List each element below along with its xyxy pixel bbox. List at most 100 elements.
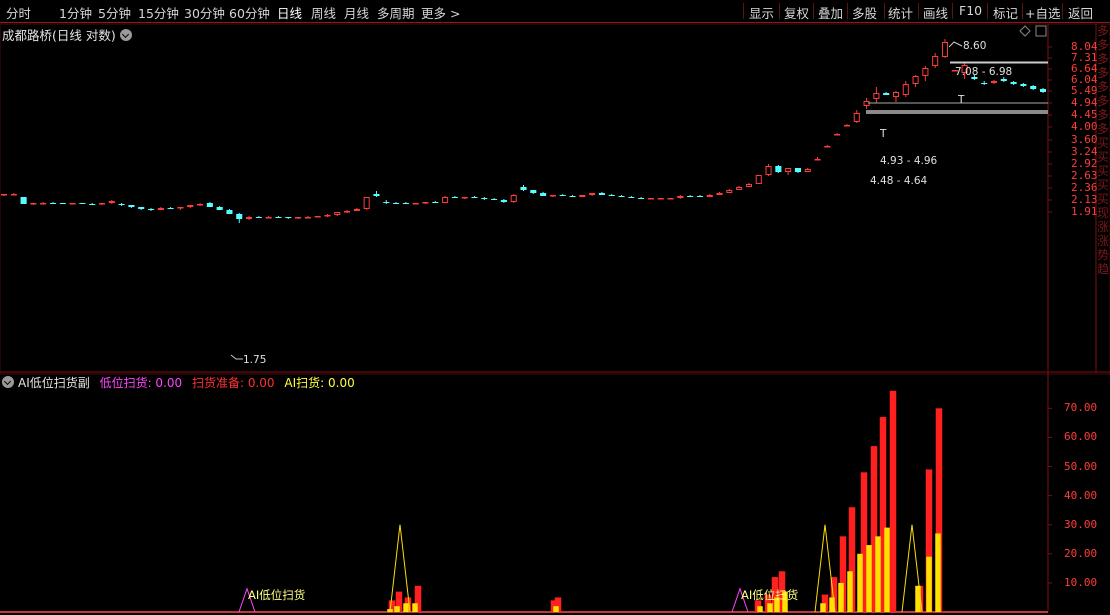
candle [990, 80, 998, 84]
candle-body [461, 197, 468, 199]
candle-body [579, 195, 586, 197]
candle [147, 208, 155, 211]
candle [775, 165, 782, 173]
high-arrow [948, 41, 963, 48]
candle-body [716, 193, 723, 195]
candle-body [432, 202, 439, 203]
candle-body [167, 208, 174, 209]
candle-body [794, 168, 801, 172]
candle-body [89, 204, 96, 205]
candle-body [765, 166, 772, 175]
candle-body [0, 194, 8, 196]
indicator-tick-label: 60.00 [1064, 430, 1098, 444]
candle-body [618, 196, 625, 197]
candle-body [334, 212, 341, 215]
candle-body [902, 84, 909, 95]
candle [246, 216, 253, 220]
candle-body [569, 196, 576, 197]
indicator-bars [238, 390, 943, 613]
chart-canvas[interactable] [0, 0, 1110, 615]
candle-body [608, 195, 615, 196]
candle [824, 145, 831, 148]
candle [216, 206, 223, 210]
candle-body [481, 198, 488, 199]
candle [40, 202, 47, 205]
candle [442, 196, 449, 203]
candle [324, 214, 331, 217]
candle [471, 196, 478, 198]
candle-body [246, 217, 253, 219]
signal-mark: T [958, 94, 965, 106]
ai-bar [875, 536, 881, 612]
candle [167, 207, 174, 209]
candle [128, 205, 135, 208]
candle-body [647, 198, 654, 200]
low-price-label: 1.75 [243, 354, 267, 366]
ai-bar [926, 556, 932, 612]
maximize-icon[interactable] [1035, 25, 1047, 37]
candle-body [118, 204, 125, 205]
candle [20, 197, 27, 204]
candle-body [226, 210, 233, 214]
candle [118, 203, 125, 206]
low-arrow [230, 354, 243, 360]
candle [89, 203, 96, 205]
candle-body [69, 203, 76, 205]
ai-bar [412, 603, 418, 612]
candle [981, 81, 988, 85]
candle [902, 81, 909, 97]
candle [814, 157, 821, 161]
candle [677, 195, 684, 199]
chevron-down-icon[interactable] [2, 376, 14, 388]
candle-body [755, 175, 762, 184]
candle-body [138, 207, 145, 209]
signal-mark: T [880, 128, 887, 140]
candle [755, 175, 762, 184]
candle [794, 168, 801, 173]
indicator-tick-label: 50.00 [1064, 459, 1098, 473]
prep-bar [889, 390, 897, 612]
diamond-icon[interactable] [1019, 25, 1031, 37]
zone-label-lower: 4.48 - 4.64 [870, 175, 928, 187]
candle-body [530, 190, 537, 193]
candle-body [912, 76, 919, 84]
price-tick-label: 1.91 [1071, 205, 1098, 218]
candle-body [814, 159, 821, 161]
candle-body [491, 199, 498, 200]
candle-body [108, 201, 115, 203]
indicator-name: AI低位扫货副 [18, 376, 90, 390]
candle-body [196, 204, 204, 206]
candle-body [922, 68, 929, 76]
candle-body [785, 168, 792, 172]
candle-body [285, 217, 292, 218]
candle-body [932, 56, 939, 66]
candle [1030, 85, 1037, 90]
ai-bar [838, 582, 844, 612]
candle-body [1020, 84, 1027, 86]
indicator-header[interactable]: AI低位扫货副 低位扫货: 0.00 扫货准备: 0.00 AI扫货: 0.00 [2, 374, 355, 391]
candle [138, 207, 145, 210]
candles [0, 39, 1047, 223]
candle-body [736, 187, 743, 190]
candle [785, 168, 792, 175]
candle [196, 203, 204, 206]
candle-body [510, 195, 517, 202]
candle [559, 194, 566, 196]
candle-body [383, 202, 390, 203]
indicator-tick-label: 30.00 [1064, 517, 1098, 531]
candle-body [589, 193, 596, 195]
candle [383, 200, 390, 204]
candle-body [853, 113, 860, 122]
candle [941, 39, 949, 58]
candle-body [687, 196, 694, 197]
candle-body [295, 217, 302, 219]
candle [432, 201, 439, 203]
candle-body [638, 198, 645, 199]
candle-body [40, 203, 47, 205]
candle [422, 202, 429, 204]
candle-body [373, 194, 380, 196]
candle-body [981, 83, 988, 84]
candle [853, 110, 860, 123]
candle-body [98, 203, 106, 205]
candle-body [236, 214, 243, 219]
